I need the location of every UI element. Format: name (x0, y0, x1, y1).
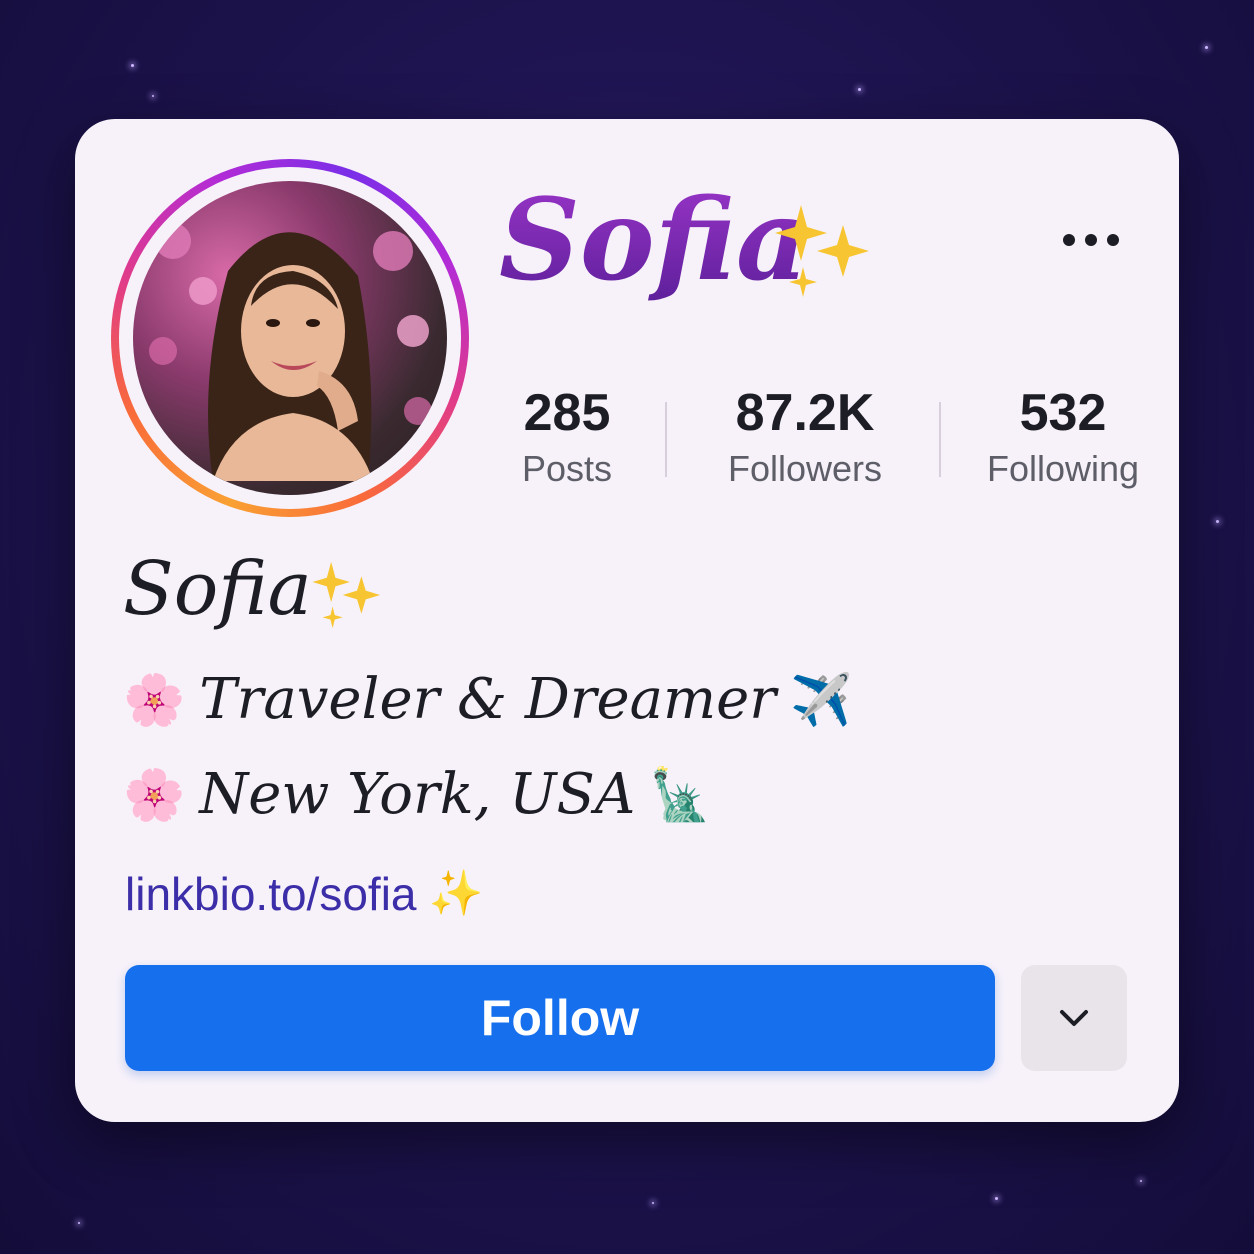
stat-following-value: 532 (1019, 384, 1107, 442)
background-star (152, 95, 154, 97)
profile-card: Sofia 285 Posts 87.2K Followers 532 Foll… (75, 119, 1179, 1122)
avatar[interactable] (133, 181, 447, 495)
story-ring[interactable] (111, 159, 469, 517)
stat-posts-value: 285 (523, 384, 611, 442)
stat-followers[interactable]: 87.2K Followers (695, 381, 915, 493)
background-star (995, 1197, 998, 1200)
statue-of-liberty-icon: 🗽 (649, 766, 712, 824)
stat-posts[interactable]: 285 Posts (457, 381, 677, 493)
chevron-down-icon (1060, 1010, 1088, 1026)
follow-button[interactable]: Follow (125, 965, 995, 1071)
background-star (78, 1222, 80, 1224)
more-options-icon[interactable] (1051, 225, 1131, 255)
stat-followers-label: Followers (727, 448, 883, 489)
sparkles-icon (312, 561, 381, 629)
stat-posts-label: Posts (521, 448, 613, 489)
suggestions-dropdown-button[interactable] (1021, 965, 1127, 1071)
display-name: Sofia (123, 546, 312, 632)
sparkles-icon: ✨ (428, 869, 484, 918)
stat-divider (939, 402, 941, 477)
stat-following[interactable]: 532 Following (953, 381, 1173, 493)
cherry-blossom-icon: 🌸 (123, 766, 186, 824)
bio-line-2: 🌸 New York, USA 🗽 (123, 759, 712, 831)
bio-line-1: 🌸 Traveler & Dreamer ✈️ (123, 664, 852, 736)
bio-link-text[interactable]: linkbio.to/sofia (125, 864, 417, 924)
background-star (1216, 520, 1219, 523)
bio-location: New York, USA (199, 762, 636, 827)
background-star (1205, 46, 1208, 49)
stat-followers-value: 87.2K (735, 384, 875, 442)
stat-following-label: Following (986, 448, 1140, 489)
bio-link[interactable]: linkbio.to/sofia ✨ (125, 864, 483, 924)
profile-header-name: Sofia (499, 174, 809, 308)
cherry-blossom-icon: 🌸 (123, 671, 186, 729)
background-star (858, 88, 861, 91)
airplane-icon: ✈️ (790, 671, 853, 729)
background-star (131, 64, 134, 67)
background-star (1140, 1180, 1142, 1182)
sparkles-icon (775, 205, 869, 297)
background-star (652, 1202, 654, 1204)
bio-text: Traveler & Dreamer (199, 667, 777, 732)
avatar-image (149, 223, 432, 481)
stat-divider (665, 402, 667, 477)
